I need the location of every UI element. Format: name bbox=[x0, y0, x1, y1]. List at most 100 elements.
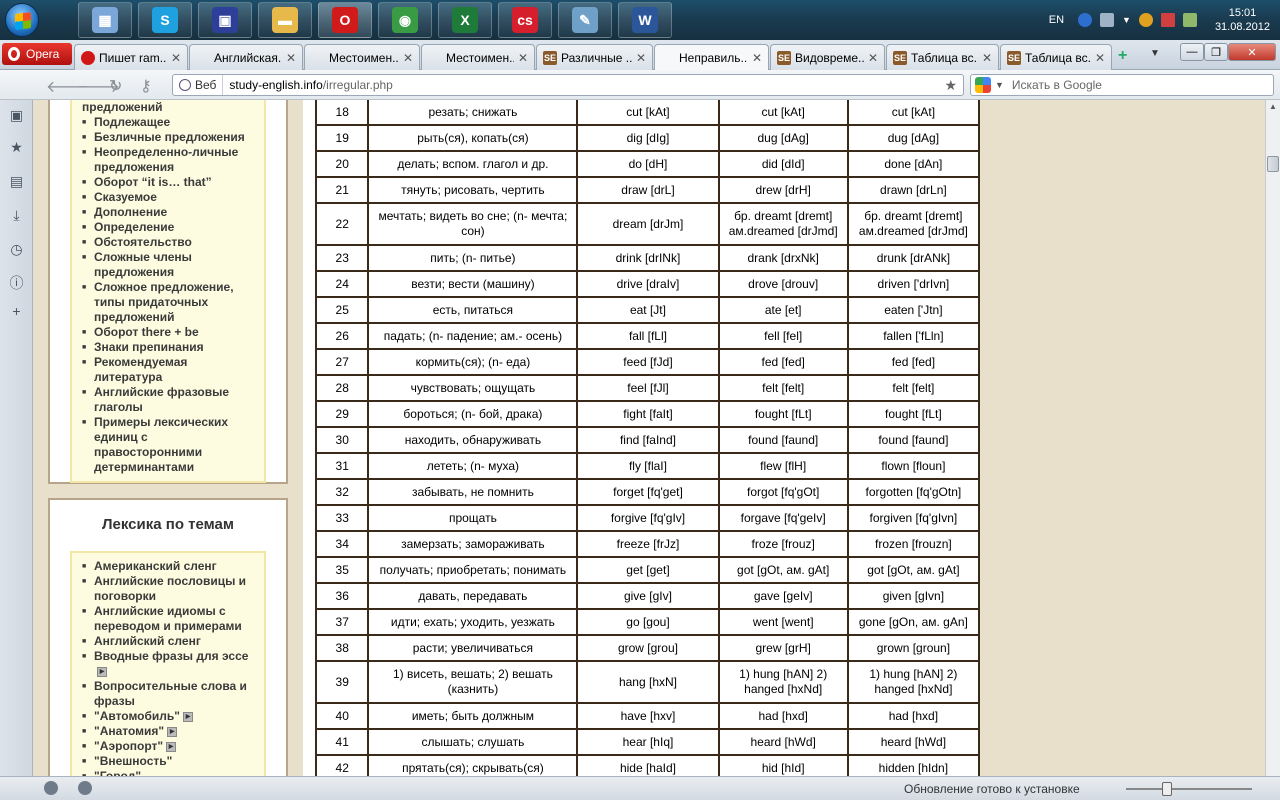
expand-arrow-icon[interactable]: ▶ bbox=[167, 726, 178, 737]
reload-icon[interactable]: ↻ bbox=[109, 76, 122, 96]
tab-close-icon[interactable]: ✕ bbox=[636, 51, 646, 65]
topic-link[interactable]: Вводные фразы для эссе ▶ bbox=[82, 649, 258, 679]
topic-link[interactable]: "Аэропорт"▶ bbox=[82, 739, 258, 754]
taskbar-paint-button[interactable]: ✎ bbox=[558, 2, 612, 38]
taskbar-lastfm-button[interactable]: cs bbox=[498, 2, 552, 38]
key-icon[interactable]: ⚷ bbox=[140, 76, 152, 96]
expand-arrow-icon[interactable]: ▶ bbox=[166, 741, 177, 752]
tab-list-icon[interactable]: ▼ bbox=[1150, 48, 1160, 59]
expand-arrow-icon[interactable]: ▶ bbox=[183, 711, 193, 722]
tab-close-icon[interactable]: ✕ bbox=[1095, 51, 1105, 65]
clock[interactable]: 15:01 31.08.2012 bbox=[1215, 6, 1270, 34]
taskbar-skype-button[interactable]: S bbox=[138, 2, 192, 38]
history-icon[interactable]: ◷ bbox=[9, 242, 24, 257]
topic-link[interactable]: "Автомобиль"▶ bbox=[82, 709, 258, 724]
speed-icon[interactable] bbox=[78, 781, 92, 795]
network-icon[interactable] bbox=[1100, 13, 1115, 27]
browser-tab[interactable]: Неправиль... ✕ bbox=[654, 44, 769, 71]
grammar-link[interactable]: Примеры лексических единиц с правосторон… bbox=[82, 415, 258, 475]
bookmark-star-icon[interactable]: ★ bbox=[944, 77, 957, 94]
grammar-link[interactable]: Обстоятельство bbox=[82, 235, 258, 250]
turbo-icon[interactable] bbox=[44, 781, 58, 795]
grammar-link[interactable]: Знаки препинания bbox=[82, 340, 258, 355]
start-button[interactable] bbox=[0, 0, 44, 40]
new-tab-button[interactable]: + bbox=[1118, 47, 1127, 65]
maximize-button[interactable]: ❐ bbox=[1204, 43, 1228, 61]
tab-close-icon[interactable]: ✕ bbox=[403, 51, 413, 65]
bookmarks-icon[interactable]: ★ bbox=[9, 140, 24, 155]
browser-tab[interactable]: Пишет ram... ✕ bbox=[74, 44, 188, 70]
taskbar-opera-button[interactable]: O bbox=[318, 2, 372, 38]
grammar-link[interactable]: Английские фразовые глаголы bbox=[82, 385, 258, 415]
taskbar-explorer-button[interactable]: ▬ bbox=[258, 2, 312, 38]
minimize-button[interactable]: — bbox=[1180, 43, 1204, 61]
browser-tab[interactable]: Английская... ✕ bbox=[189, 44, 303, 70]
notes-icon[interactable]: ▤ bbox=[9, 174, 24, 189]
topic-link[interactable]: "Анатомия"▶ bbox=[82, 724, 258, 739]
grammar-link[interactable]: Безличные предложения bbox=[82, 130, 258, 145]
downloads-icon[interactable]: ⤓ bbox=[9, 208, 24, 223]
scrollbar-thumb[interactable] bbox=[1267, 156, 1279, 172]
browser-tab[interactable]: SE Различные ... ✕ bbox=[536, 44, 653, 70]
tab-close-icon[interactable]: ✕ bbox=[752, 51, 762, 65]
browser-tab[interactable]: SE Таблица вс... ✕ bbox=[1000, 44, 1112, 70]
close-button[interactable]: ✕ bbox=[1228, 43, 1276, 61]
info-icon[interactable]: ⓘ bbox=[9, 276, 24, 291]
expand-arrow-icon[interactable]: ▶ bbox=[97, 666, 107, 677]
address-field[interactable]: Веб study-english.info/irregular.php ★ bbox=[172, 74, 964, 96]
topic-link[interactable]: Английские идиомы с переводом и примерам… bbox=[82, 604, 258, 634]
topic-link[interactable]: Английский сленг bbox=[82, 634, 258, 649]
grammar-link[interactable]: Сложные члены предложения bbox=[82, 250, 258, 280]
verb-past-simple: fell [fel] bbox=[717, 322, 849, 350]
tab-close-icon[interactable]: ✕ bbox=[518, 51, 528, 65]
opera-menu-button[interactable]: Opera bbox=[2, 43, 72, 65]
search-field[interactable]: ▼ Искать в Google bbox=[970, 74, 1274, 96]
topic-link[interactable]: Вопросительные слова и фразы bbox=[82, 679, 258, 709]
tab-close-icon[interactable]: ✕ bbox=[982, 51, 992, 65]
tab-close-icon[interactable]: ✕ bbox=[868, 51, 878, 65]
grammar-link[interactable]: Определение bbox=[82, 220, 258, 235]
speed-dial-icon[interactable]: ▣ bbox=[9, 108, 24, 123]
google-icon[interactable] bbox=[975, 77, 991, 93]
tab-close-icon[interactable]: ✕ bbox=[171, 51, 181, 65]
url-text[interactable]: study-english.info/irregular.php bbox=[223, 78, 392, 92]
language-indicator[interactable]: EN bbox=[1049, 14, 1064, 26]
topic-link[interactable]: Английские пословицы и поговорки bbox=[82, 574, 258, 604]
verb-infinitive: drive [draIv] bbox=[576, 270, 720, 298]
topic-link[interactable]: "Город" bbox=[82, 769, 258, 776]
search-engine-dropdown-icon[interactable]: ▼ bbox=[995, 80, 1004, 90]
zoom-slider[interactable] bbox=[1126, 788, 1252, 790]
grammar-link[interactable]: Сложное предложение, типы придаточных пр… bbox=[82, 280, 258, 325]
grammar-link[interactable]: предложений bbox=[82, 100, 258, 115]
signal-icon[interactable] bbox=[1160, 13, 1175, 27]
opera-tray-icon[interactable] bbox=[1138, 13, 1153, 27]
grammar-link[interactable]: Неопределенно-личные предложения bbox=[82, 145, 258, 175]
grammar-link[interactable]: Дополнение bbox=[82, 205, 258, 220]
browser-tab[interactable]: SE Видовреме... ✕ bbox=[770, 44, 885, 70]
grammar-link[interactable]: Оборот there + be bbox=[82, 325, 258, 340]
volume-icon[interactable] bbox=[1182, 13, 1197, 27]
taskbar-excel-button[interactable]: X bbox=[438, 2, 492, 38]
taskbar-save-button[interactable]: ▣ bbox=[198, 2, 252, 38]
scroll-up-icon[interactable]: ▲ bbox=[1269, 102, 1277, 111]
status-message[interactable]: Обновление готово к установке bbox=[904, 782, 1080, 796]
tab-close-icon[interactable]: ✕ bbox=[286, 51, 296, 65]
tray-expand-icon[interactable]: ▼ bbox=[1122, 15, 1131, 25]
taskbar-calculator-button[interactable]: ▦ bbox=[78, 2, 132, 38]
taskbar-chrome-button[interactable]: ◉ bbox=[378, 2, 432, 38]
grammar-link[interactable]: Оборот “it is… that” bbox=[82, 175, 258, 190]
topic-link[interactable]: Американский сленг bbox=[82, 559, 258, 574]
add-panel-icon[interactable]: + bbox=[9, 304, 24, 319]
topic-link[interactable]: "Внешность" bbox=[82, 754, 258, 769]
help-icon[interactable] bbox=[1078, 13, 1093, 27]
grammar-link[interactable]: Сказуемое bbox=[82, 190, 258, 205]
browser-tab[interactable]: Местоимен... ✕ bbox=[421, 44, 535, 70]
grammar-link[interactable]: Подлежащее bbox=[82, 115, 258, 130]
grammar-link[interactable]: Рекомендуемая литература bbox=[82, 355, 258, 385]
browser-tab[interactable]: Местоимен... ✕ bbox=[304, 44, 420, 70]
web-badge[interactable]: Веб bbox=[173, 75, 224, 95]
taskbar-word-button[interactable]: W bbox=[618, 2, 672, 38]
zoom-slider-knob[interactable] bbox=[1162, 782, 1172, 796]
page-scrollbar[interactable]: ▲ bbox=[1265, 100, 1280, 776]
browser-tab[interactable]: SE Таблица вс... ✕ bbox=[886, 44, 999, 70]
